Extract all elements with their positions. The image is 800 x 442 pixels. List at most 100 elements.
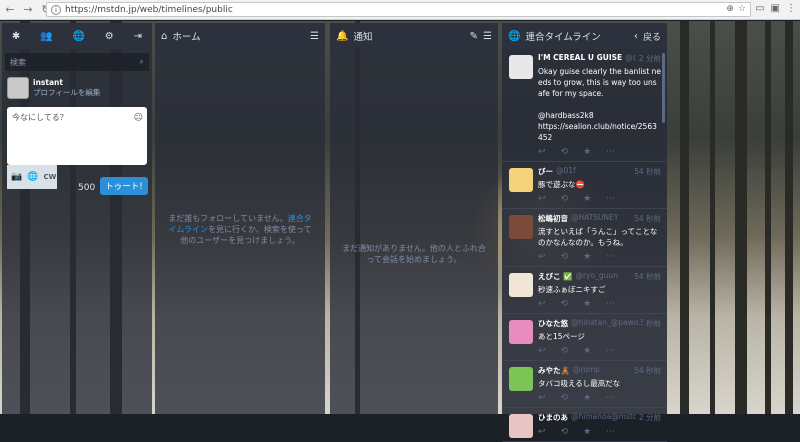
forward-icon[interactable]: → bbox=[20, 2, 36, 18]
boost-icon[interactable]: ⟲ bbox=[561, 194, 569, 204]
privacy-globe-icon[interactable]: 🌐 bbox=[27, 172, 38, 182]
avatar[interactable] bbox=[509, 414, 533, 438]
federated-column: 🌐 連合タイムライン ‹ 戻る I'M CEREAL U GUISE@cere2… bbox=[502, 23, 667, 442]
edit-profile-link[interactable]: プロフィールを編集 bbox=[33, 87, 100, 98]
status-item[interactable]: ひなた悠 @hinatan_@pawo.55 秒前 あと15ページ ↩ ⟲ ★ ··· bbox=[502, 314, 667, 361]
boost-icon[interactable]: ⟲ bbox=[561, 252, 569, 262]
status-time[interactable]: 54 秒前 bbox=[634, 213, 661, 224]
avatar[interactable] bbox=[509, 215, 533, 239]
more-icon[interactable]: ··· bbox=[606, 427, 615, 437]
compose-textarea[interactable]: 今なにしてる？ 😐 bbox=[7, 107, 147, 165]
reply-icon[interactable]: ↩ bbox=[538, 393, 546, 403]
boost-icon[interactable]: ⟲ bbox=[561, 147, 569, 157]
reply-icon[interactable]: ↩ bbox=[538, 147, 546, 157]
status-item[interactable]: I'M CEREAL U GUISE@cere2 分前 Okay guise cl… bbox=[502, 49, 667, 162]
avatar[interactable] bbox=[7, 77, 29, 99]
local-timeline-icon[interactable]: 👥 bbox=[40, 31, 52, 42]
status-display-name[interactable]: みやた🧸 bbox=[538, 365, 570, 376]
search-input[interactable]: 検索 ⌕ bbox=[5, 53, 149, 71]
settings-icon[interactable]: ⚙ bbox=[105, 31, 114, 42]
notifications-empty-message: まだ通知がありません。他の人とふれ合って会話を始めましょう。 bbox=[342, 244, 486, 264]
boost-icon[interactable]: ⟲ bbox=[561, 393, 569, 403]
logout-icon[interactable]: ⇥ bbox=[134, 31, 142, 42]
status-item[interactable]: みやた🧸 @romp 54 秒前タバコ吸えるし最高だな ↩ ⟲ ★ ··· bbox=[502, 361, 667, 408]
column-settings-icon[interactable]: ☰ bbox=[310, 31, 319, 42]
status-account: @romp bbox=[572, 365, 600, 374]
menu-icon[interactable]: ⋮ bbox=[786, 3, 796, 14]
status-display-name[interactable]: 松嶋初音 bbox=[538, 213, 568, 224]
status-item[interactable]: 松嶋初音 @HATSUNEY 54 秒前 流すといえば「うんこ」ってことなのかなんなの… bbox=[502, 209, 667, 267]
avatar[interactable] bbox=[509, 55, 533, 79]
favourite-icon[interactable]: ★ bbox=[583, 194, 591, 204]
reply-icon[interactable]: ↩ bbox=[538, 299, 546, 309]
avatar[interactable] bbox=[509, 168, 533, 192]
boost-icon[interactable]: ⟲ bbox=[561, 346, 569, 356]
home-column: ⌂ ホーム ☰ まだ誰もフォローしていません。連合タイムラインを見に行くか、検索… bbox=[155, 23, 325, 414]
notifications-title: 通知 bbox=[353, 32, 373, 43]
avatar[interactable] bbox=[509, 320, 533, 344]
reply-icon[interactable]: ↩ bbox=[538, 427, 546, 437]
home-header[interactable]: ⌂ ホーム ☰ bbox=[155, 23, 325, 49]
federated-header[interactable]: 🌐 連合タイムライン ‹ 戻る bbox=[502, 23, 667, 49]
more-icon[interactable]: ··· bbox=[606, 299, 615, 309]
cw-button[interactable]: CW bbox=[43, 173, 56, 181]
avatar[interactable] bbox=[509, 273, 533, 297]
reply-icon[interactable]: ↩ bbox=[538, 252, 546, 262]
status-display-name[interactable]: びー bbox=[538, 166, 553, 177]
favourite-icon[interactable]: ★ bbox=[583, 252, 591, 262]
more-icon[interactable]: ··· bbox=[606, 194, 615, 204]
status-item[interactable]: びー @01f 54 秒前 豚で遊ぶな⛔ ↩ ⟲ ★ ··· bbox=[502, 162, 667, 209]
avatar[interactable] bbox=[509, 367, 533, 391]
getting-started-icon[interactable]: ✱ bbox=[12, 31, 20, 42]
back-chevron-icon[interactable]: ‹ bbox=[634, 31, 638, 42]
more-icon[interactable]: ··· bbox=[606, 346, 615, 356]
status-time[interactable]: 秒前 bbox=[646, 318, 661, 329]
boost-icon[interactable]: ⟲ bbox=[561, 427, 569, 437]
status-account: @cere bbox=[625, 53, 636, 62]
notifications-header[interactable]: 🔔 通知 ✎ ☰ bbox=[330, 23, 498, 49]
status-content: Okay guise clearly the banlist needs to … bbox=[538, 67, 662, 142]
extension-icon[interactable]: ▭ bbox=[755, 3, 764, 14]
more-icon[interactable]: ··· bbox=[606, 252, 615, 262]
browser-toolbar: ← → ↻ i https://mstdn.jp/web/timelines/p… bbox=[0, 0, 800, 20]
status-display-name[interactable]: ひなた悠 bbox=[538, 318, 568, 329]
info-icon[interactable]: i bbox=[51, 4, 61, 15]
more-icon[interactable]: ··· bbox=[606, 393, 615, 403]
clear-icon[interactable]: ✎ bbox=[470, 31, 478, 42]
status-content: タバコ吸えるし最高だな bbox=[538, 379, 621, 388]
favourite-icon[interactable]: ★ bbox=[583, 427, 591, 437]
boost-icon[interactable]: ⟲ bbox=[561, 299, 569, 309]
toot-button[interactable]: トゥート! bbox=[100, 177, 148, 195]
reply-icon[interactable]: ↩ bbox=[538, 346, 546, 356]
status-item[interactable]: ひまのあ@himanoa@mstdn.2 分前↩⟲★··· bbox=[502, 408, 667, 442]
camera-icon[interactable]: 📷 bbox=[11, 172, 22, 182]
status-time[interactable]: 2 分前 bbox=[639, 53, 661, 64]
back-icon[interactable]: ← bbox=[2, 2, 18, 18]
compose-column: ✱ 👥 🌐 ⚙ ⇥ 検索 ⌕ instant プロフィールを編集 今なにしてる？… bbox=[2, 23, 152, 414]
column-settings-icon[interactable]: ☰ bbox=[483, 31, 492, 42]
bookmark-star-icon[interactable]: ☆ bbox=[738, 4, 746, 14]
status-display-name[interactable]: I'M CEREAL U GUISE bbox=[538, 53, 622, 64]
reply-icon[interactable]: ↩ bbox=[538, 194, 546, 204]
status-account: @hinatan_@pawo.55 bbox=[571, 318, 643, 327]
status-time[interactable]: 54 秒前 bbox=[634, 166, 661, 177]
home-empty-message: まだ誰もフォローしていません。連合タイムラインを見に行くか、検索を使って他のユー… bbox=[168, 214, 312, 245]
status-time[interactable]: 54 秒前 bbox=[634, 271, 661, 282]
url-text: https://mstdn.jp/web/timelines/public bbox=[65, 4, 233, 15]
status-time[interactable]: 54 秒前 bbox=[634, 365, 661, 376]
profile-icon[interactable]: ▣ bbox=[771, 3, 780, 14]
more-icon[interactable]: ··· bbox=[606, 147, 615, 157]
emoji-picker-icon[interactable]: 😐 bbox=[134, 113, 143, 123]
scrollbar[interactable] bbox=[662, 53, 665, 123]
favourite-icon[interactable]: ★ bbox=[583, 147, 591, 157]
back-button[interactable]: 戻る bbox=[643, 30, 661, 43]
favourite-icon[interactable]: ★ bbox=[583, 346, 591, 356]
federated-title: 連合タイムライン bbox=[525, 32, 601, 43]
favourite-icon[interactable]: ★ bbox=[583, 393, 591, 403]
zoom-icon[interactable]: ⊕ bbox=[726, 4, 734, 14]
status-display-name[interactable]: えびこ ✅ bbox=[538, 271, 572, 282]
status-item[interactable]: えびこ ✅ @ryo_guun 54 秒前 秒速ふぁぼニキすご ↩ ⟲ ★ ··· bbox=[502, 267, 667, 314]
address-bar[interactable]: i https://mstdn.jp/web/timelines/public … bbox=[46, 2, 751, 17]
favourite-icon[interactable]: ★ bbox=[583, 299, 591, 309]
federated-timeline-icon[interactable]: 🌐 bbox=[72, 31, 84, 42]
